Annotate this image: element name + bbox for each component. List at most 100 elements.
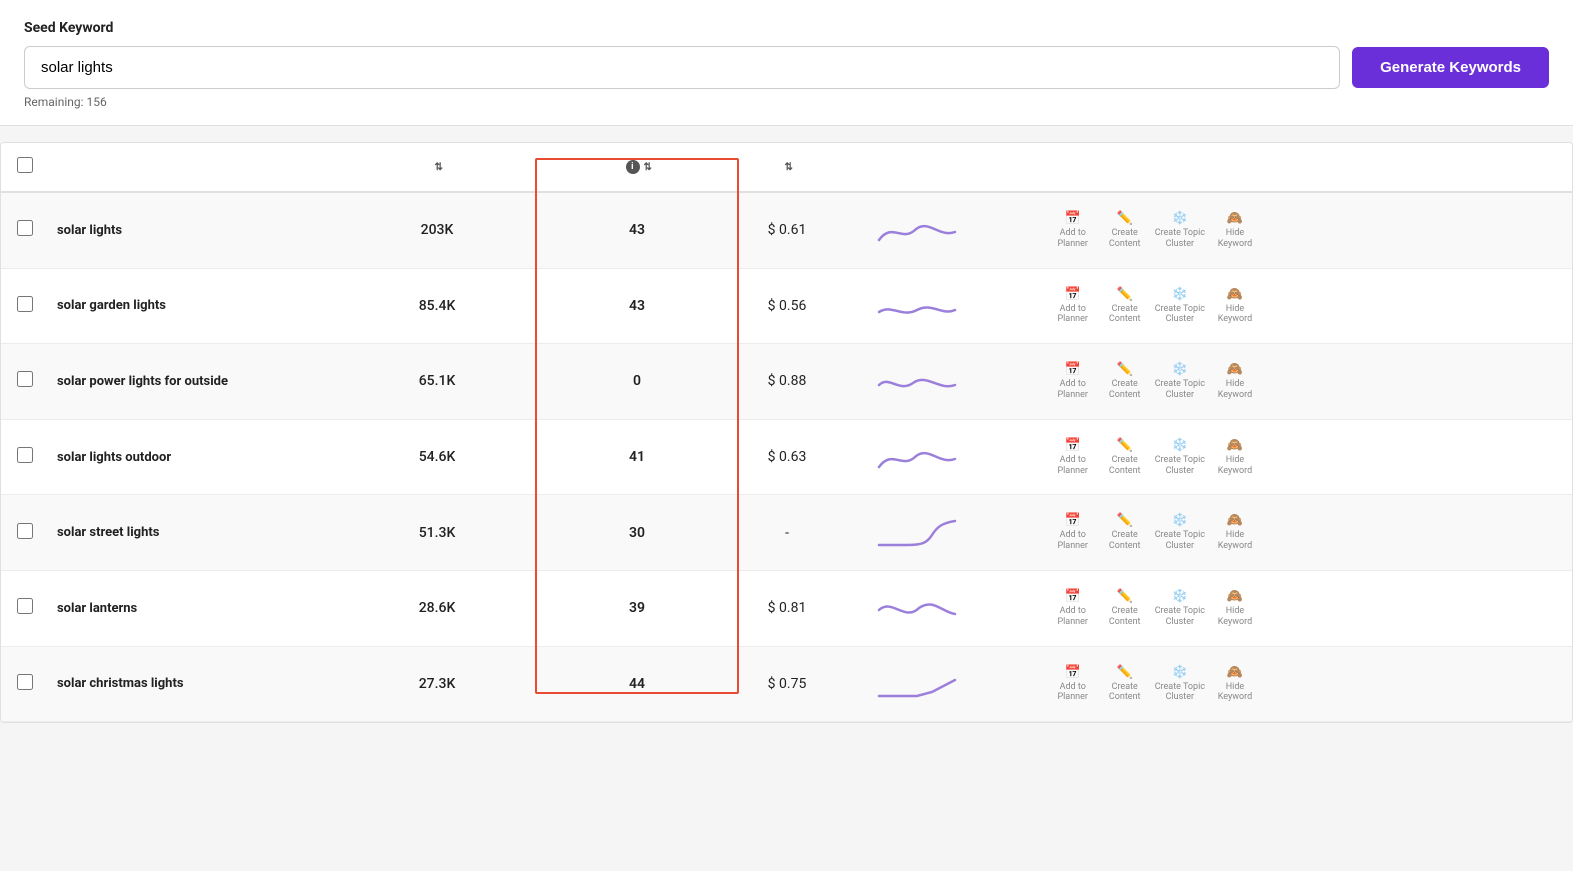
row-checkbox[interactable] xyxy=(17,674,33,690)
row-checkbox-cell[interactable] xyxy=(17,296,57,316)
add-planner-label: Add toPlanner xyxy=(1057,379,1088,401)
seed-row: Generate Keywords xyxy=(24,46,1549,89)
row-checkbox-cell[interactable] xyxy=(17,598,57,618)
create-content-label: CreateContent xyxy=(1109,228,1141,250)
action-cell: 📅 Add toPlanner ✏️ CreateContent ❄️ Crea… xyxy=(997,513,1257,552)
calendar-icon: 📅 xyxy=(1065,438,1081,453)
row-checkbox[interactable] xyxy=(17,371,33,387)
col-header-cpc: ⇅ xyxy=(737,162,837,173)
difficulty-cell: 0 xyxy=(537,373,737,389)
hide-icon: 🙈 xyxy=(1227,589,1243,604)
create-content-button[interactable]: ✏️ CreateContent xyxy=(1103,589,1147,628)
row-checkbox-cell[interactable] xyxy=(17,371,57,391)
table-container: ⇅ i ⇅ ⇅ solar lights 203K 43 xyxy=(1,143,1572,722)
difficulty-cell: 39 xyxy=(537,600,737,616)
top-section: Seed Keyword Generate Keywords Remaining… xyxy=(0,0,1573,126)
create-topic-label: Create TopicCluster xyxy=(1155,606,1205,628)
action-cell: 📅 Add toPlanner ✏️ CreateContent ❄️ Crea… xyxy=(997,287,1257,326)
create-content-button[interactable]: ✏️ CreateContent xyxy=(1103,665,1147,704)
create-topic-label: Create TopicCluster xyxy=(1155,530,1205,552)
create-content-label: CreateContent xyxy=(1109,455,1141,477)
create-content-button[interactable]: ✏️ CreateContent xyxy=(1103,362,1147,401)
create-content-button[interactable]: ✏️ CreateContent xyxy=(1103,211,1147,250)
row-checkbox[interactable] xyxy=(17,598,33,614)
keyword-cell: solar garden lights xyxy=(57,298,337,313)
hide-keyword-button[interactable]: 🙈 HideKeyword xyxy=(1213,513,1257,552)
seed-keyword-input[interactable] xyxy=(24,46,1340,89)
trends-cell xyxy=(837,288,997,324)
hide-icon: 🙈 xyxy=(1227,665,1243,680)
row-checkbox-cell[interactable] xyxy=(17,220,57,240)
row-checkbox[interactable] xyxy=(17,523,33,539)
edit-icon: ✏️ xyxy=(1117,589,1133,604)
cpc-sort-icon[interactable]: ⇅ xyxy=(785,162,794,173)
create-content-button[interactable]: ✏️ CreateContent xyxy=(1103,287,1147,326)
keyword-cell: solar lanterns xyxy=(57,601,337,616)
row-checkbox-cell[interactable] xyxy=(17,447,57,467)
keywords-table: ⇅ i ⇅ ⇅ solar lights 203K 43 xyxy=(0,142,1573,723)
seed-keyword-label: Seed Keyword xyxy=(24,20,1549,36)
generate-keywords-button[interactable]: Generate Keywords xyxy=(1352,47,1549,88)
hide-keyword-button[interactable]: 🙈 HideKeyword xyxy=(1213,211,1257,250)
add-to-planner-button[interactable]: 📅 Add toPlanner xyxy=(1051,287,1095,326)
add-to-planner-button[interactable]: 📅 Add toPlanner xyxy=(1051,362,1095,401)
create-topic-cluster-button[interactable]: ❄️ Create TopicCluster xyxy=(1155,287,1205,326)
row-checkbox[interactable] xyxy=(17,296,33,312)
hide-keyword-button[interactable]: 🙈 HideKeyword xyxy=(1213,362,1257,401)
difficulty-sort-icon[interactable]: ⇅ xyxy=(644,162,653,173)
hide-keyword-button[interactable]: 🙈 HideKeyword xyxy=(1213,589,1257,628)
add-to-planner-button[interactable]: 📅 Add toPlanner xyxy=(1051,513,1095,552)
hide-keyword-button[interactable]: 🙈 HideKeyword xyxy=(1213,438,1257,477)
table-row: solar garden lights 85.4K 43 $ 0.56 📅 Ad… xyxy=(1,269,1572,345)
cluster-icon: ❄️ xyxy=(1172,287,1188,302)
cluster-icon: ❄️ xyxy=(1172,211,1188,226)
create-topic-cluster-button[interactable]: ❄️ Create TopicCluster xyxy=(1155,211,1205,250)
keyword-cell: solar lights xyxy=(57,223,337,238)
create-topic-cluster-button[interactable]: ❄️ Create TopicCluster xyxy=(1155,513,1205,552)
hide-icon: 🙈 xyxy=(1227,211,1243,226)
create-content-label: CreateContent xyxy=(1109,682,1141,704)
row-checkbox[interactable] xyxy=(17,447,33,463)
add-planner-label: Add toPlanner xyxy=(1057,455,1088,477)
create-content-button[interactable]: ✏️ CreateContent xyxy=(1103,513,1147,552)
row-checkbox[interactable] xyxy=(17,220,33,236)
difficulty-cell: 30 xyxy=(537,525,737,541)
create-topic-label: Create TopicCluster xyxy=(1155,455,1205,477)
create-content-label: CreateContent xyxy=(1109,304,1141,326)
add-to-planner-button[interactable]: 📅 Add toPlanner xyxy=(1051,665,1095,704)
trends-cell xyxy=(837,439,997,475)
create-content-button[interactable]: ✏️ CreateContent xyxy=(1103,438,1147,477)
create-topic-cluster-button[interactable]: ❄️ Create TopicCluster xyxy=(1155,589,1205,628)
hide-keyword-button[interactable]: 🙈 HideKeyword xyxy=(1213,665,1257,704)
volume-cell: 65.1K xyxy=(337,373,537,389)
table-row: solar power lights for outside 65.1K 0 $… xyxy=(1,344,1572,420)
cpc-cell: $ 0.81 xyxy=(737,600,837,616)
row-checkbox-cell[interactable] xyxy=(17,523,57,543)
create-topic-cluster-button[interactable]: ❄️ Create TopicCluster xyxy=(1155,438,1205,477)
table-row: solar lights 203K 43 $ 0.61 📅 Add toPlan… xyxy=(1,193,1572,269)
select-all-checkbox[interactable] xyxy=(17,157,33,173)
select-all-checkbox-cell[interactable] xyxy=(17,157,57,177)
cluster-icon: ❄️ xyxy=(1172,362,1188,377)
difficulty-info-icon[interactable]: i xyxy=(626,160,640,174)
cluster-icon: ❄️ xyxy=(1172,513,1188,528)
create-topic-label: Create TopicCluster xyxy=(1155,682,1205,704)
add-to-planner-button[interactable]: 📅 Add toPlanner xyxy=(1051,589,1095,628)
trends-cell xyxy=(837,666,997,702)
hide-keyword-button[interactable]: 🙈 HideKeyword xyxy=(1213,287,1257,326)
volume-sort-icon[interactable]: ⇅ xyxy=(435,162,444,173)
cluster-icon: ❄️ xyxy=(1172,665,1188,680)
action-cell: 📅 Add toPlanner ✏️ CreateContent ❄️ Crea… xyxy=(997,362,1257,401)
create-topic-cluster-button[interactable]: ❄️ Create TopicCluster xyxy=(1155,362,1205,401)
table-body: solar lights 203K 43 $ 0.61 📅 Add toPlan… xyxy=(1,193,1572,722)
calendar-icon: 📅 xyxy=(1065,362,1081,377)
add-to-planner-button[interactable]: 📅 Add toPlanner xyxy=(1051,211,1095,250)
action-cell: 📅 Add toPlanner ✏️ CreateContent ❄️ Crea… xyxy=(997,211,1257,250)
create-topic-cluster-button[interactable]: ❄️ Create TopicCluster xyxy=(1155,665,1205,704)
calendar-icon: 📅 xyxy=(1065,211,1081,226)
edit-icon: ✏️ xyxy=(1117,438,1133,453)
add-to-planner-button[interactable]: 📅 Add toPlanner xyxy=(1051,438,1095,477)
table-row: solar street lights 51.3K 30 - 📅 Add toP… xyxy=(1,495,1572,571)
row-checkbox-cell[interactable] xyxy=(17,674,57,694)
edit-icon: ✏️ xyxy=(1117,513,1133,528)
